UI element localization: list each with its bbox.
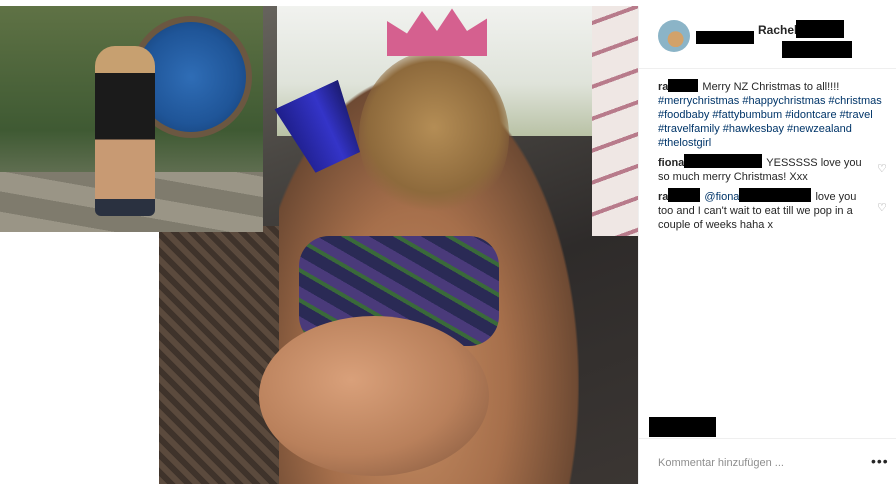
caption-username[interactable]: ra: [658, 81, 668, 93]
comment-mention[interactable]: @fiona: [704, 191, 739, 203]
avatar[interactable]: [658, 20, 690, 52]
redaction: [684, 154, 763, 168]
more-options-icon[interactable]: •••: [871, 453, 889, 469]
inset-woman: [95, 46, 155, 216]
comment-1: fiona YESSSSS love you so much merry Chri…: [658, 154, 868, 184]
post-caption: ra Merry NZ Christmas to all!!!! #merrych…: [658, 79, 888, 150]
inset-photo: [0, 6, 263, 232]
post-side-panel: Rachel ra Merry NZ Christmas to all!!!! #…: [638, 6, 896, 484]
heart-outline-icon[interactable]: ♡: [877, 163, 887, 175]
photo-curtain: [592, 6, 638, 236]
caption-text: Merry NZ Christmas to all!!!!: [702, 81, 840, 93]
comment-username[interactable]: fiona: [658, 157, 684, 169]
comment-footer: •••: [639, 438, 896, 485]
comment-2: ra @fiona love you too and I can't wait to…: [658, 188, 868, 232]
username-link[interactable]: Rachel: [758, 23, 797, 37]
photo-belly: [259, 316, 489, 476]
redaction: [696, 31, 754, 44]
redaction: [668, 188, 701, 202]
post-header: Rachel: [639, 6, 896, 69]
redaction: [796, 20, 844, 38]
photo-hair: [359, 51, 509, 221]
add-comment-input[interactable]: [658, 457, 858, 469]
caption-hashtags[interactable]: #merrychristmas #happychristmas #christm…: [658, 95, 882, 149]
redaction: [649, 417, 716, 437]
redaction: [668, 79, 699, 92]
redaction: [782, 41, 852, 58]
redaction: [739, 188, 812, 202]
comment-username[interactable]: ra: [658, 191, 668, 203]
heart-outline-icon[interactable]: ♡: [877, 202, 887, 214]
